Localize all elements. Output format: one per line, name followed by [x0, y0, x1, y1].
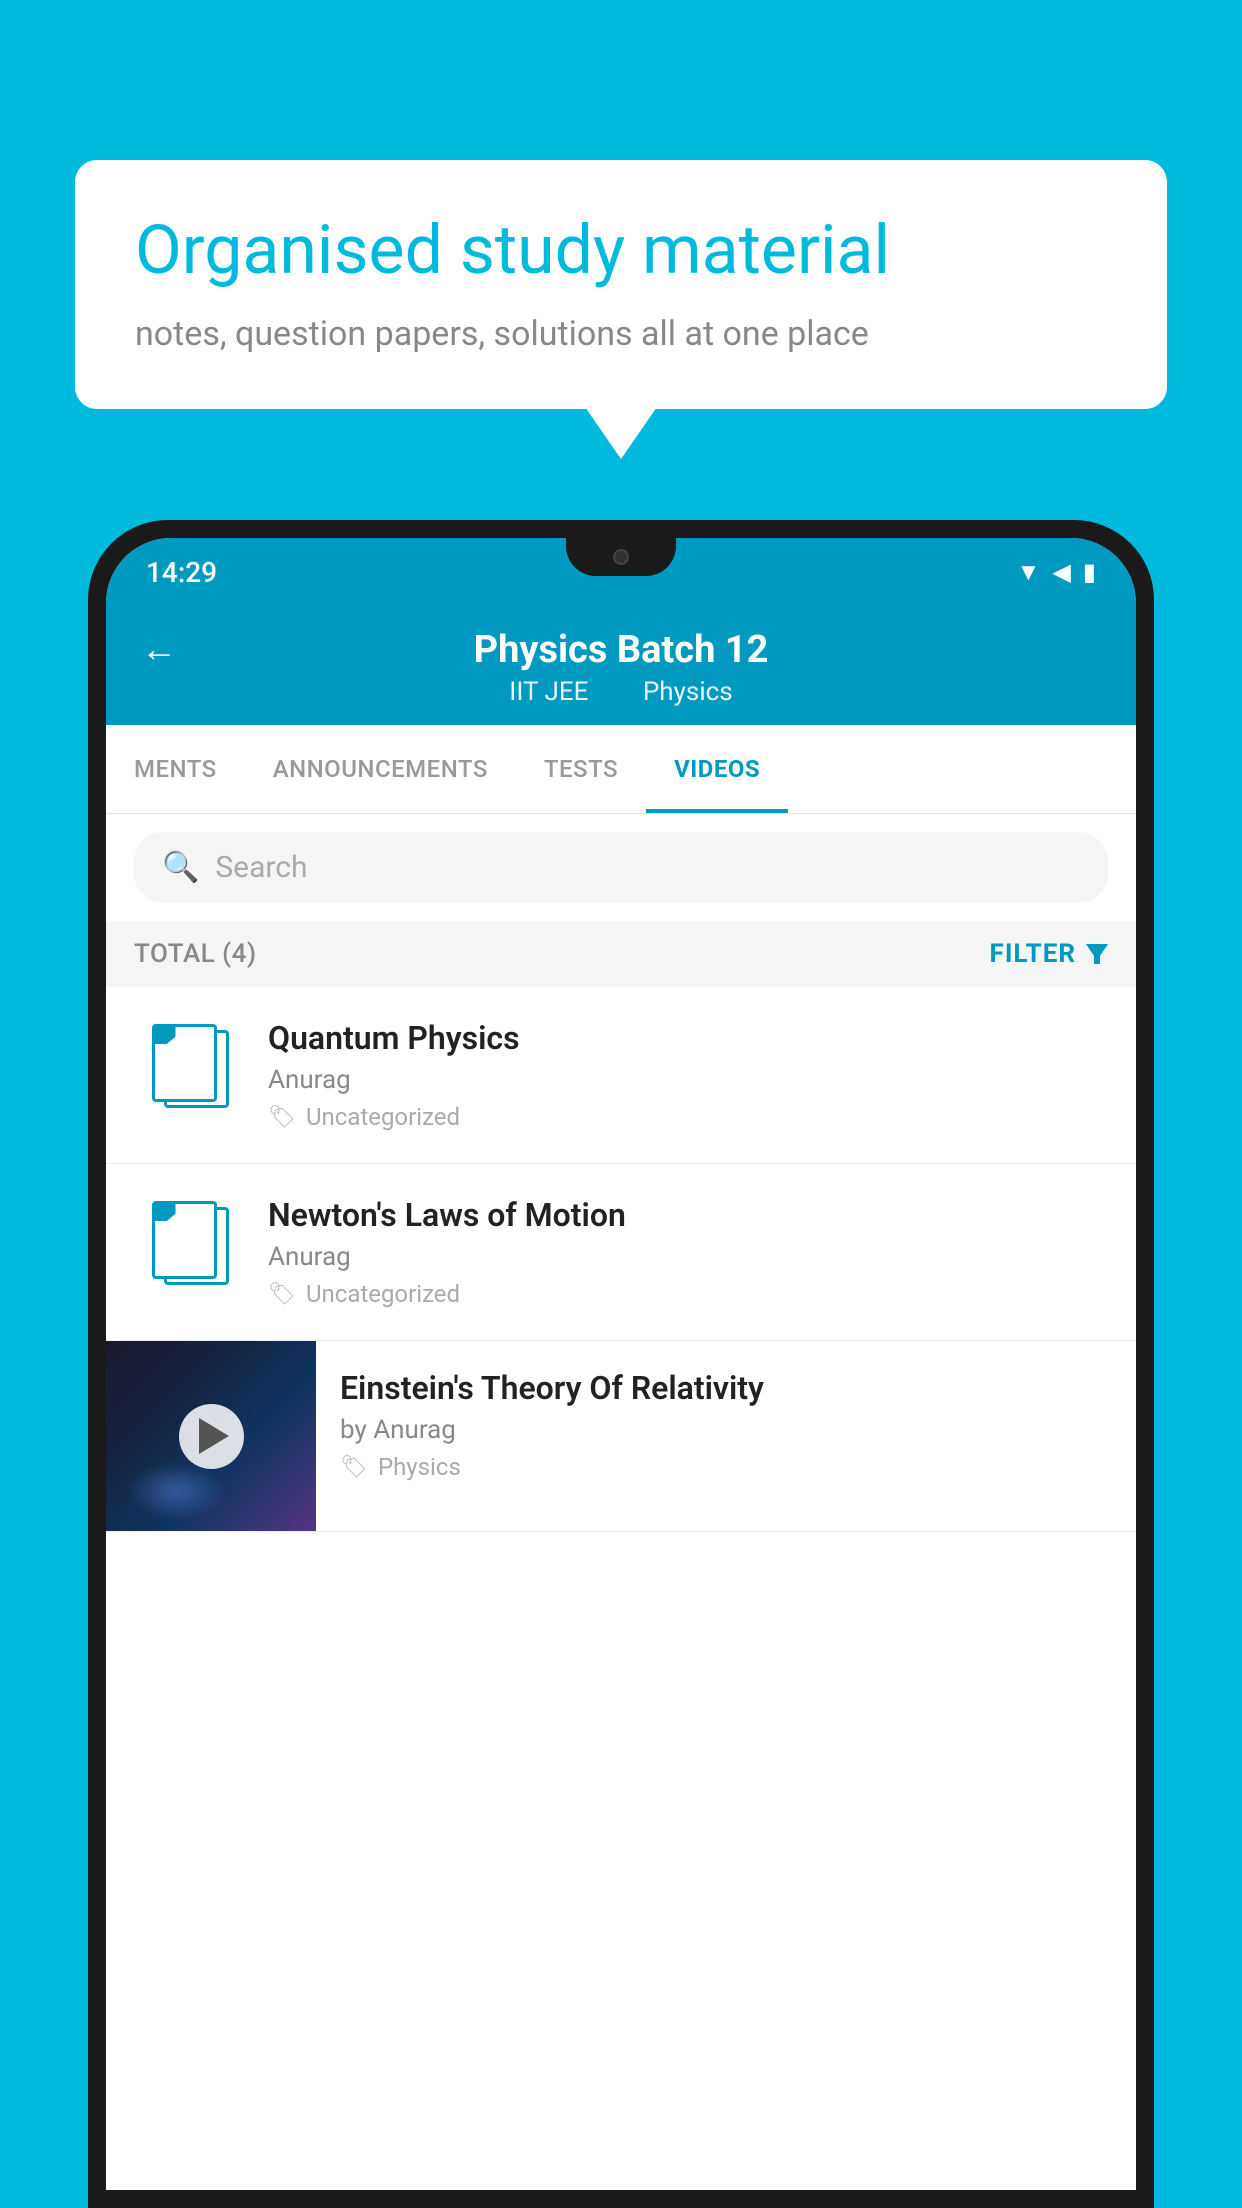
speech-bubble-subtitle: notes, question papers, solutions all at… — [135, 314, 1107, 354]
file-icon — [152, 1020, 227, 1108]
wifi-icon: ▼ — [1017, 558, 1041, 587]
tab-videos[interactable]: VIDEOS — [646, 725, 788, 813]
video-file-icon-1 — [134, 1019, 244, 1109]
play-icon — [199, 1418, 229, 1454]
video-info-2: Newton's Laws of Motion Anurag 🏷 Uncateg… — [268, 1196, 1108, 1308]
filter-button[interactable]: FILTER — [990, 939, 1108, 969]
video-title: Quantum Physics — [268, 1019, 1108, 1057]
video-list: Quantum Physics Anurag 🏷 Uncategorized — [106, 987, 1136, 2190]
phone-inner: 14:29 ▼ ◀ ▮ ← Physics Batch 12 IIT JEE P… — [106, 538, 1136, 2190]
video-tag: 🏷 Uncategorized — [268, 1103, 1108, 1131]
screen-title: Physics Batch 12 — [474, 628, 769, 672]
play-button[interactable] — [179, 1404, 244, 1469]
nebula-decoration — [126, 1461, 226, 1521]
signal-icon: ◀ — [1052, 558, 1070, 586]
notch-camera — [613, 549, 629, 565]
search-placeholder: Search — [215, 850, 307, 885]
screen-subtitle: IIT JEE Physics — [497, 677, 744, 707]
video-info-1: Quantum Physics Anurag 🏷 Uncategorized — [268, 1019, 1108, 1131]
tag-icon: 🏷 — [340, 1455, 368, 1480]
speech-bubble: Organised study material notes, question… — [75, 160, 1167, 409]
tab-tests[interactable]: TESTS — [516, 725, 646, 813]
tab-ments[interactable]: MENTS — [106, 725, 245, 813]
file-icon — [152, 1197, 227, 1285]
video-file-icon-2 — [134, 1196, 244, 1286]
tabs-bar: MENTS ANNOUNCEMENTS TESTS VIDEOS — [106, 725, 1136, 814]
search-input-wrapper[interactable]: 🔍 Search — [134, 832, 1108, 903]
battery-icon: ▮ — [1083, 558, 1096, 586]
video-title: Einstein's Theory Of Relativity — [340, 1369, 1112, 1407]
list-item[interactable]: Quantum Physics Anurag 🏷 Uncategorized — [106, 987, 1136, 1164]
tag-icon: 🏷 — [268, 1282, 296, 1307]
notch — [566, 538, 676, 576]
status-bar: 14:29 ▼ ◀ ▮ — [106, 538, 1136, 606]
video-title: Newton's Laws of Motion — [268, 1196, 1108, 1234]
status-icons: ▼ ◀ ▮ — [1017, 558, 1096, 587]
speech-bubble-title: Organised study material — [135, 210, 1107, 292]
tag-icon: 🏷 — [268, 1105, 296, 1130]
video-tag: 🏷 Uncategorized — [268, 1280, 1108, 1308]
tab-announcements[interactable]: ANNOUNCEMENTS — [245, 725, 516, 813]
search-container: 🔍 Search — [106, 814, 1136, 921]
phone-frame: 14:29 ▼ ◀ ▮ ← Physics Batch 12 IIT JEE P… — [88, 520, 1154, 2208]
filter-row: TOTAL (4) FILTER — [106, 921, 1136, 987]
video-tag: 🏷 Physics — [340, 1453, 1112, 1481]
video-author: Anurag — [268, 1065, 1108, 1095]
subtitle-tag1: IIT JEE — [509, 677, 588, 707]
total-count: TOTAL (4) — [134, 939, 257, 969]
app-screen: 14:29 ▼ ◀ ▮ ← Physics Batch 12 IIT JEE P… — [106, 538, 1136, 2190]
speech-bubble-container: Organised study material notes, question… — [75, 160, 1167, 409]
video-author: by Anurag — [340, 1415, 1112, 1445]
search-icon: 🔍 — [162, 850, 199, 885]
filter-funnel-icon — [1086, 944, 1108, 964]
status-time: 14:29 — [146, 556, 217, 589]
video-author: Anurag — [268, 1242, 1108, 1272]
video-info-3: Einstein's Theory Of Relativity by Anura… — [316, 1341, 1136, 1509]
video-thumbnail — [106, 1341, 316, 1531]
app-header: ← Physics Batch 12 IIT JEE Physics — [106, 606, 1136, 725]
list-item[interactable]: Einstein's Theory Of Relativity by Anura… — [106, 1341, 1136, 1532]
subtitle-tag2: Physics — [643, 677, 733, 707]
list-item[interactable]: Newton's Laws of Motion Anurag 🏷 Uncateg… — [106, 1164, 1136, 1341]
back-button[interactable]: ← — [141, 628, 177, 670]
